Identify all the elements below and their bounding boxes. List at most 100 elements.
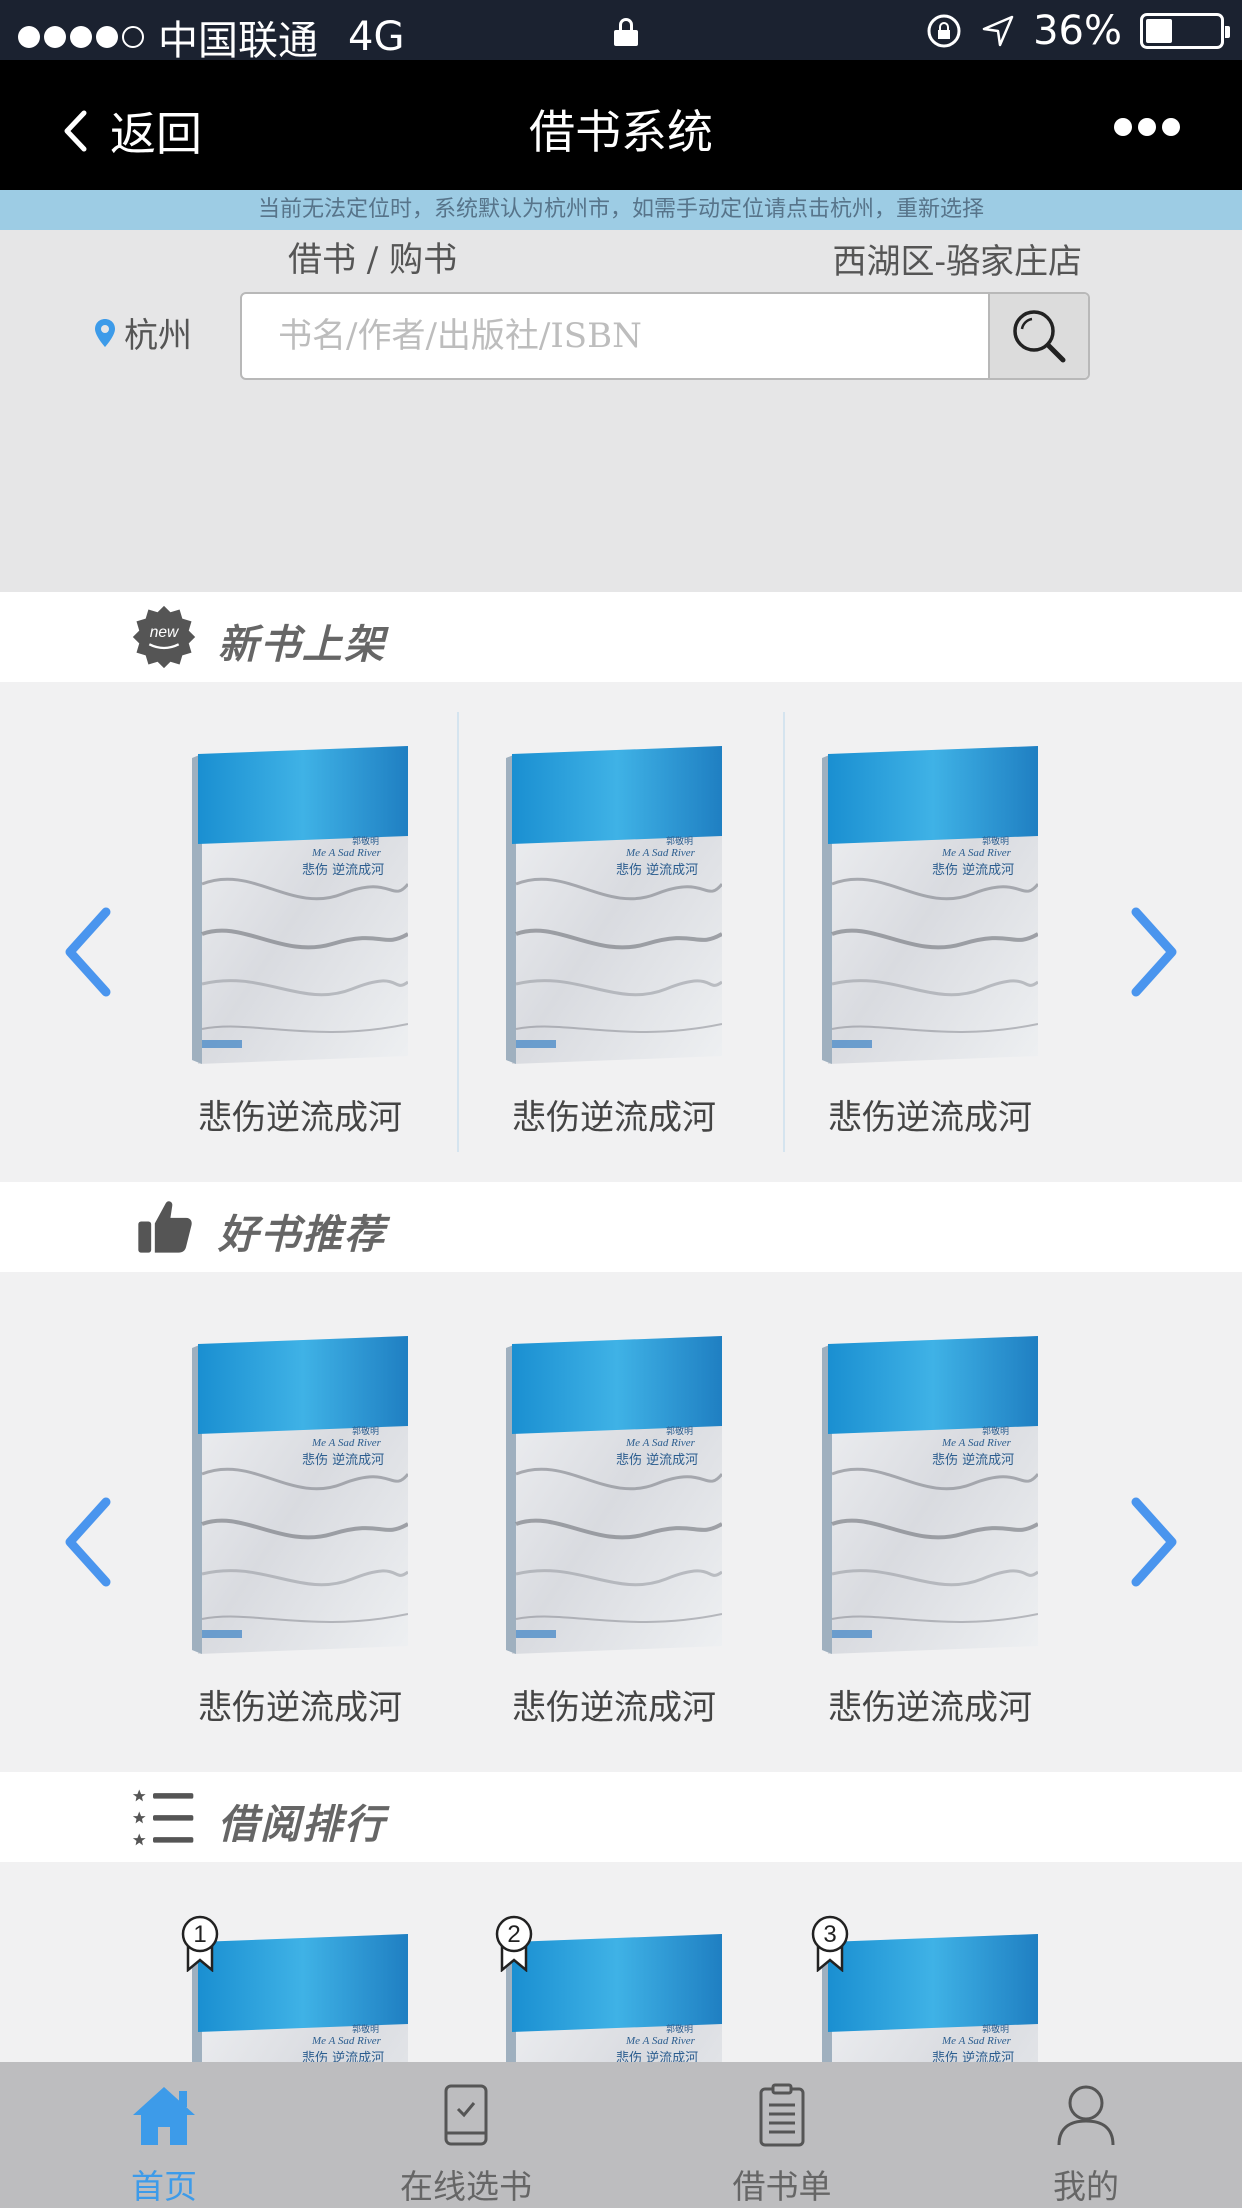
ranked-book-card[interactable]: Me A Sad River 郭敬明 悲伤 逆流成河 2 xyxy=(464,1915,764,2062)
svg-text:悲伤 逆流成河: 悲伤 逆流成河 xyxy=(932,2050,1014,2062)
svg-text:郭敬明: 郭敬明 xyxy=(666,2023,693,2035)
svg-text:Me A Sad River: Me A Sad River xyxy=(625,2035,696,2047)
book-title: 悲伤逆流成河 xyxy=(198,1688,402,1728)
search-box xyxy=(240,292,1090,380)
book-card[interactable]: Me A Sad River 郭敬明 悲伤 逆流成河 悲伤逆流成河 xyxy=(150,744,450,1139)
status-right: 36% xyxy=(925,8,1230,54)
more-dot-icon xyxy=(1114,118,1132,136)
ranking-carousel: Me A Sad River 郭敬明 悲伤 逆流成河 1 Me A Sad Ri… xyxy=(0,1862,1242,2062)
svg-text:郭敬明: 郭敬明 xyxy=(666,835,693,847)
book-card[interactable]: Me A Sad River 郭敬明 悲伤 逆流成河 悲伤逆流成河 xyxy=(150,1334,450,1729)
book-divider xyxy=(457,712,459,1152)
book-title: 悲伤逆流成河 xyxy=(512,1688,716,1728)
book-card[interactable]: Me A Sad River 郭敬明 悲伤 逆流成河 悲伤逆流成河 xyxy=(780,744,1080,1139)
new-badge-icon: new xyxy=(132,605,196,669)
section-title-new-books: 新书上架 xyxy=(218,622,386,668)
svg-text:Me A Sad River: Me A Sad River xyxy=(311,847,382,859)
carousel-next-button[interactable] xyxy=(1124,902,1184,1002)
svg-text:Me A Sad River: Me A Sad River xyxy=(625,847,696,859)
book-card[interactable]: Me A Sad River 郭敬明 悲伤 逆流成河 悲伤逆流成河 xyxy=(464,744,764,1139)
navigation-bar: 返回 借书系统 xyxy=(0,60,1242,190)
ranked-list-icon xyxy=(132,1789,194,1846)
recommended-header: 好书推荐 xyxy=(0,1182,1242,1272)
svg-text:郭敬明: 郭敬明 xyxy=(666,1425,693,1437)
phone-icon xyxy=(444,2084,488,2146)
book-cover-image: Me A Sad River 郭敬明 悲伤 逆流成河 xyxy=(192,1932,408,2062)
svg-text:悲伤 逆流成河: 悲伤 逆流成河 xyxy=(616,862,698,878)
more-dot-icon xyxy=(1162,118,1180,136)
book-title: 悲伤逆流成河 xyxy=(198,1098,402,1138)
book-cover-image: Me A Sad River 郭敬明 悲伤 逆流成河 xyxy=(506,1334,724,1654)
location-pin-icon xyxy=(95,318,115,347)
rank-ribbon-icon: 3 xyxy=(811,1915,849,1972)
svg-text:悲伤 逆流成河: 悲伤 逆流成河 xyxy=(616,1452,698,1468)
city-label: 杭州 xyxy=(124,316,192,356)
more-options-button[interactable] xyxy=(1114,118,1180,136)
rank-number: 2 xyxy=(507,1921,520,1948)
carousel-prev-button[interactable] xyxy=(58,902,118,1002)
tab-label: 借书单 xyxy=(732,2167,832,2206)
tab-online-select[interactable]: 在线选书 xyxy=(366,2080,566,2208)
section-title-ranking: 借阅排行 xyxy=(218,1802,386,1848)
tab-mine[interactable]: 我的 xyxy=(986,2080,1186,2208)
search-button[interactable] xyxy=(988,294,1088,378)
carousel-next-button[interactable] xyxy=(1124,1492,1184,1592)
book-cover-image: Me A Sad River 郭敬明 悲伤 逆流成河 xyxy=(506,744,724,1064)
more-dot-icon xyxy=(1138,118,1156,136)
svg-text:郭敬明: 郭敬明 xyxy=(982,2023,1009,2035)
svg-text:Me A Sad River: Me A Sad River xyxy=(941,1437,1012,1449)
rank-ribbon-icon: 1 xyxy=(181,1915,219,1972)
book-cover-image: Me A Sad River 郭敬明 悲伤 逆流成河 xyxy=(506,1932,722,2062)
book-cover-image: Me A Sad River 郭敬明 悲伤 逆流成河 xyxy=(822,1334,1040,1654)
ranked-book-card[interactable]: Me A Sad River 郭敬明 悲伤 逆流成河 1 xyxy=(150,1915,450,2062)
svg-text:Me A Sad River: Me A Sad River xyxy=(311,2035,382,2047)
book-cover-image: Me A Sad River 郭敬明 悲伤 逆流成河 xyxy=(192,744,410,1064)
book-title: 悲伤逆流成河 xyxy=(512,1098,716,1138)
borrow-buy-toggle[interactable]: 借书 / 购书 xyxy=(288,232,457,281)
city-selector[interactable]: 杭州 xyxy=(94,308,192,357)
status-bar: 中国联通 4G 36% xyxy=(0,0,1242,64)
tab-borrow-list[interactable]: 借书单 xyxy=(682,2080,882,2208)
svg-text:郭敬明: 郭敬明 xyxy=(982,835,1009,847)
home-icon xyxy=(133,2087,195,2145)
book-card[interactable]: Me A Sad River 郭敬明 悲伤 逆流成河 悲伤逆流成河 xyxy=(464,1334,764,1729)
search-icon xyxy=(1013,310,1066,363)
tab-home[interactable]: 首页 xyxy=(64,2080,264,2208)
signal-strength-icon xyxy=(18,26,144,48)
battery-icon xyxy=(1140,13,1230,49)
svg-text:悲伤 逆流成河: 悲伤 逆流成河 xyxy=(932,1452,1014,1468)
new-books-carousel: Me A Sad River 郭敬明 悲伤 逆流成河 悲伤逆流成河 Me A S… xyxy=(0,682,1242,1182)
search-area: 借书 / 购书 西湖区-骆家庄店 杭州 xyxy=(0,230,1242,592)
svg-text:悲伤 逆流成河: 悲伤 逆流成河 xyxy=(302,1452,384,1468)
svg-text:悲伤 逆流成河: 悲伤 逆流成河 xyxy=(932,862,1014,878)
store-selector[interactable]: 西湖区-骆家庄店 xyxy=(833,234,1083,283)
svg-text:郭敬明: 郭敬明 xyxy=(352,2023,379,2035)
tab-label: 首页 xyxy=(131,2167,197,2206)
book-card[interactable]: Me A Sad River 郭敬明 悲伤 逆流成河 悲伤逆流成河 xyxy=(780,1334,1080,1729)
svg-text:郭敬明: 郭敬明 xyxy=(982,1425,1009,1437)
thumbs-up-icon xyxy=(138,1201,192,1253)
location-notice: 当前无法定位时，系统默认为杭州市，如需手动定位请点击杭州，重新选择 xyxy=(0,190,1242,230)
carousel-prev-button[interactable] xyxy=(58,1492,118,1592)
user-icon xyxy=(1057,2085,1115,2146)
rotation-lock-icon xyxy=(927,14,961,48)
clipboard-icon xyxy=(759,2083,805,2147)
rank-ribbon-icon: 2 xyxy=(495,1915,533,1972)
status-left: 中国联通 4G xyxy=(18,8,404,66)
svg-text:Me A Sad River: Me A Sad River xyxy=(311,1437,382,1449)
book-cover-image: Me A Sad River 郭敬明 悲伤 逆流成河 xyxy=(822,1932,1038,2062)
tab-label: 在线选书 xyxy=(400,2167,532,2206)
recommended-carousel: Me A Sad River 郭敬明 悲伤 逆流成河 悲伤逆流成河 Me A S… xyxy=(0,1272,1242,1772)
svg-text:Me A Sad River: Me A Sad River xyxy=(625,1437,696,1449)
ranked-book-card[interactable]: Me A Sad River 郭敬明 悲伤 逆流成河 3 xyxy=(780,1915,1080,2062)
book-title: 悲伤逆流成河 xyxy=(828,1098,1032,1138)
page-title: 借书系统 xyxy=(529,105,713,159)
tab-label: 我的 xyxy=(1053,2167,1119,2206)
carrier-label: 中国联通 xyxy=(158,18,318,64)
search-input[interactable] xyxy=(242,294,990,378)
book-cover-image: Me A Sad River 郭敬明 悲伤 逆流成河 xyxy=(192,1334,410,1654)
svg-text:郭敬明: 郭敬明 xyxy=(352,835,379,847)
svg-text:悲伤 逆流成河: 悲伤 逆流成河 xyxy=(302,862,384,878)
location-arrow-icon xyxy=(982,15,1014,47)
svg-text:悲伤 逆流成河: 悲伤 逆流成河 xyxy=(616,2050,698,2062)
